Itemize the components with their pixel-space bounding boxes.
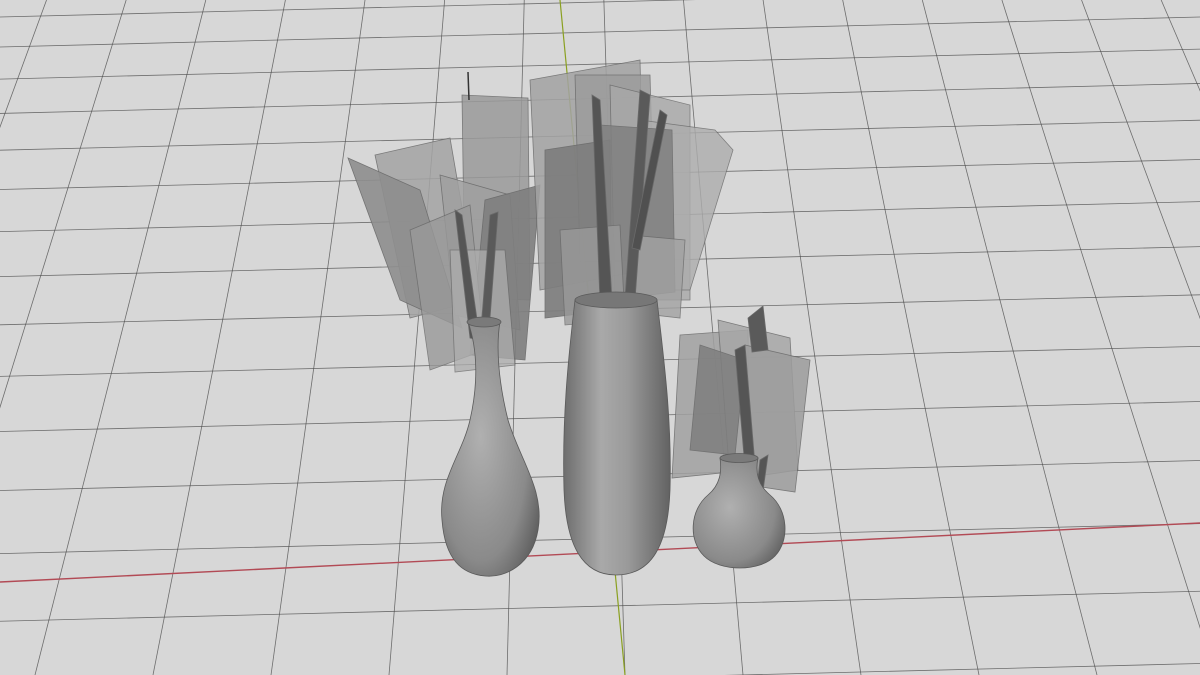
grid-line — [0, 16, 1200, 48]
grid-line — [0, 590, 1200, 622]
vase-center-body — [563, 299, 671, 576]
bouquet-left — [347, 71, 541, 373]
3d-viewport[interactable] — [0, 0, 1200, 675]
grid-line — [724, 663, 1200, 675]
grid-line — [0, 0, 47, 129]
vase-right[interactable] — [671, 305, 811, 569]
grid-line — [1160, 0, 1200, 92]
vase-center[interactable] — [529, 59, 734, 576]
vase-center-rim — [574, 291, 658, 309]
grid-line — [270, 0, 366, 675]
grid-line — [1001, 0, 1200, 629]
grid-line — [0, 0, 127, 409]
vase-left-rim — [466, 316, 502, 328]
vase-right-rim — [719, 453, 759, 463]
grid-line — [0, 0, 697, 18]
grid-line — [921, 0, 1098, 675]
viewport-canvas[interactable] — [0, 0, 1200, 675]
vase-left[interactable] — [347, 71, 541, 577]
bouquet-center — [529, 59, 734, 326]
grid-line — [1081, 0, 1200, 320]
grid-line — [842, 0, 980, 675]
